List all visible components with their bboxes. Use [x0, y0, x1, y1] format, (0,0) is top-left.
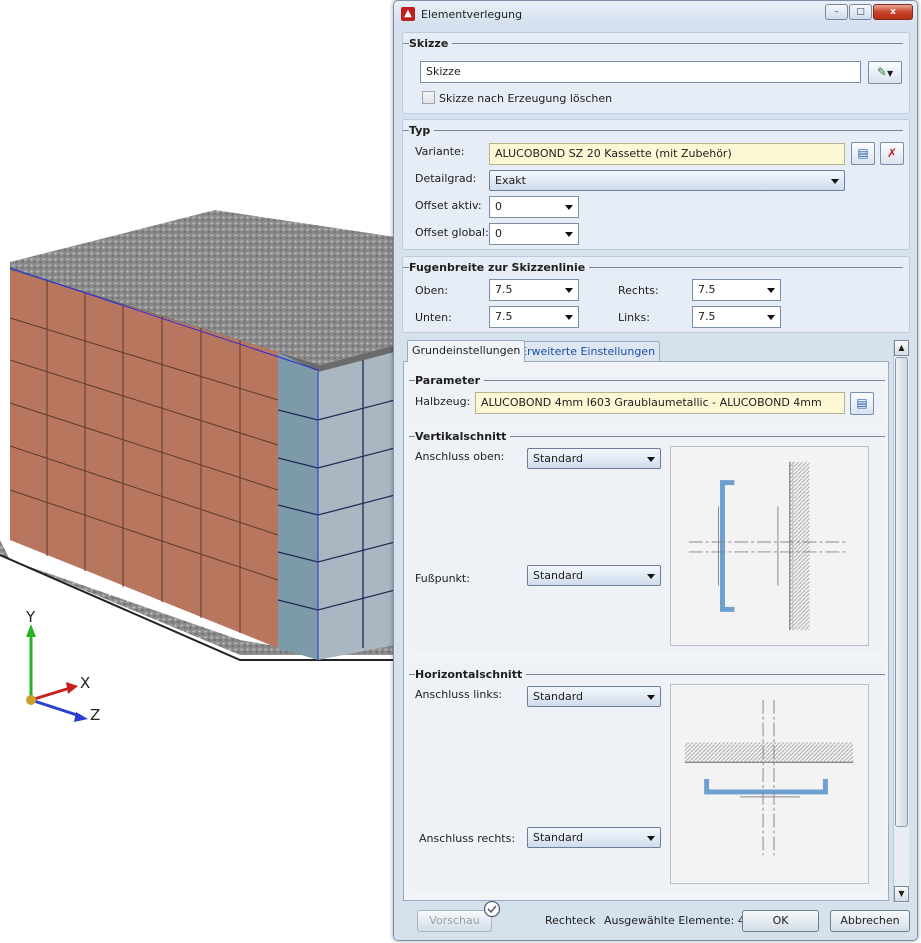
variante-delete-button[interactable]: ✗: [880, 142, 904, 165]
unten-label: Unten:: [415, 311, 452, 324]
tab-erweiterte-einstellungen[interactable]: Erweiterte Einstellungen: [515, 341, 661, 362]
delete-icon: ✗: [886, 146, 898, 160]
scroll-up-button[interactable]: ▲: [894, 340, 909, 356]
links-label: Links:: [618, 311, 650, 324]
elementverlegung-dialog: ▲ Elementverlegung – □ x Skizze Skizze ✎…: [393, 0, 918, 941]
title-bar[interactable]: ▲ Elementverlegung – □ x: [394, 1, 917, 27]
skizze-group: Skizze Skizze ✎▼ Skizze nach Erzeugung l…: [402, 32, 910, 114]
catalog-icon: ▤: [856, 396, 868, 410]
bottom-bar: Vorschau Rechteck Ausgewählte Elemente: …: [394, 900, 917, 940]
vertikalschnitt-group: Vertikalschnitt Anschluss oben: Standard…: [409, 426, 885, 652]
offset-global-select[interactable]: 0: [489, 223, 579, 245]
typ-title: Typ: [409, 124, 435, 137]
unten-select[interactable]: 7.5: [489, 306, 579, 328]
delete-sketch-label: Skizze nach Erzeugung löschen: [439, 92, 613, 105]
detailgrad-value: Exakt: [495, 174, 526, 187]
oben-select[interactable]: 7.5: [489, 279, 579, 301]
oben-value: 7.5: [495, 283, 513, 296]
rechts-label: Rechts:: [618, 284, 659, 297]
catalog-icon: ▤: [857, 146, 869, 160]
offset-aktiv-select[interactable]: 0: [489, 196, 579, 218]
parameter-group: Parameter Halbzeug: ALUCOBOND 4mm I603 G…: [409, 370, 885, 424]
chevron-down-icon: [565, 205, 573, 210]
detailgrad-label: Detailgrad:: [415, 172, 477, 185]
offset-global-value: 0: [495, 227, 502, 240]
delete-sketch-checkbox[interactable]: [422, 91, 435, 104]
selected-count: Ausgewählte Elemente: 42: [604, 914, 752, 927]
fusspunkt-select[interactable]: Standard: [527, 565, 661, 586]
axis-y-label: Y: [25, 608, 36, 626]
vertikalschnitt-preview: [670, 446, 869, 646]
rechts-select[interactable]: 7.5: [692, 279, 781, 301]
skizze-field[interactable]: Skizze: [420, 61, 861, 83]
building-model: [0, 210, 396, 661]
axis-x-label: X: [80, 674, 90, 692]
horizontalschnitt-title: Horizontalschnitt: [415, 668, 527, 681]
halbzeug-label: Halbzeug:: [415, 395, 471, 408]
chevron-down-icon: [767, 288, 775, 293]
chevron-down-icon: [647, 457, 655, 462]
anschluss-oben-value: Standard: [533, 452, 584, 465]
halbzeug-catalog-button[interactable]: ▤: [850, 392, 874, 415]
variante-field[interactable]: ALUCOBOND SZ 20 Kassette (mit Zubehör): [489, 143, 845, 165]
parameter-title: Parameter: [415, 374, 485, 387]
anschluss-links-value: Standard: [533, 690, 584, 703]
chevron-down-icon: [647, 695, 655, 700]
unten-value: 7.5: [495, 310, 513, 323]
rechts-value: 7.5: [698, 283, 716, 296]
chevron-down-icon: [767, 315, 775, 320]
maximize-button[interactable]: □: [849, 4, 872, 20]
halbzeug-field[interactable]: ALUCOBOND 4mm I603 Graublaumetallic - AL…: [475, 392, 845, 414]
panel-scrollbar[interactable]: ▲ ▼: [893, 340, 909, 903]
chevron-down-icon: [647, 836, 655, 841]
fugenbreite-group: Fugenbreite zur Skizzenlinie Oben: 7.5 R…: [402, 256, 910, 333]
app-icon: ▲: [401, 7, 415, 21]
cancel-button[interactable]: Abbrechen: [830, 910, 910, 932]
chevron-down-icon: [565, 315, 573, 320]
scroll-thumb[interactable]: [895, 357, 908, 827]
anschluss-rechts-select[interactable]: Standard: [527, 827, 661, 848]
typ-group: Typ Variante: ALUCOBOND SZ 20 Kassette (…: [402, 119, 910, 250]
tab-grundeinstellungen[interactable]: Grundeinstellungen: [407, 340, 526, 362]
vertikalschnitt-title: Vertikalschnitt: [415, 430, 511, 443]
links-value: 7.5: [698, 310, 716, 323]
vorschau-button[interactable]: Vorschau: [417, 910, 492, 932]
fusspunkt-value: Standard: [533, 569, 584, 582]
grundeinstellungen-panel: Parameter Halbzeug: ALUCOBOND 4mm I603 G…: [403, 361, 889, 901]
oben-label: Oben:: [415, 284, 449, 297]
offset-global-label: Offset global:: [415, 226, 489, 239]
fusspunkt-label: Fußpunkt:: [415, 572, 470, 585]
detailgrad-select[interactable]: Exakt: [489, 170, 845, 191]
anschluss-links-label: Anschluss links:: [415, 688, 503, 701]
variante-label: Variante:: [415, 145, 465, 158]
ok-button[interactable]: OK: [742, 910, 819, 932]
variante-catalog-button[interactable]: ▤: [851, 142, 875, 165]
anschluss-oben-label: Anschluss oben:: [415, 450, 505, 463]
anschluss-links-select[interactable]: Standard: [527, 686, 661, 707]
horizontalschnitt-preview: [670, 684, 869, 884]
chevron-down-icon: [565, 288, 573, 293]
anschluss-oben-select[interactable]: Standard: [527, 448, 661, 469]
links-select[interactable]: 7.5: [692, 306, 781, 328]
anschluss-rechts-label: Anschluss rechts:: [419, 832, 516, 845]
pick-sketch-icon: ✎: [876, 65, 887, 79]
chevron-down-icon: [647, 574, 655, 579]
dialog-title: Elementverlegung: [421, 8, 523, 21]
fugenbreite-title: Fugenbreite zur Skizzenlinie: [409, 261, 590, 274]
axis-z-label: Z: [90, 706, 100, 724]
close-button[interactable]: x: [873, 4, 913, 20]
horizontalschnitt-group: Horizontalschnitt Anschluss links: Stand…: [409, 664, 885, 892]
anschluss-rechts-value: Standard: [533, 831, 584, 844]
scroll-down-button[interactable]: ▼: [894, 886, 909, 902]
axis-triad: Y X Z: [25, 608, 100, 724]
minimize-button[interactable]: –: [825, 4, 848, 20]
chevron-down-icon: [565, 232, 573, 237]
offset-aktiv-value: 0: [495, 200, 502, 213]
pick-sketch-button[interactable]: ✎▼: [868, 61, 902, 84]
check-circle-icon: [483, 900, 501, 918]
shape-label: Rechteck: [545, 914, 596, 927]
skizze-title: Skizze: [409, 37, 453, 50]
chevron-down-icon: [831, 179, 839, 184]
offset-aktiv-label: Offset aktiv:: [415, 199, 482, 212]
